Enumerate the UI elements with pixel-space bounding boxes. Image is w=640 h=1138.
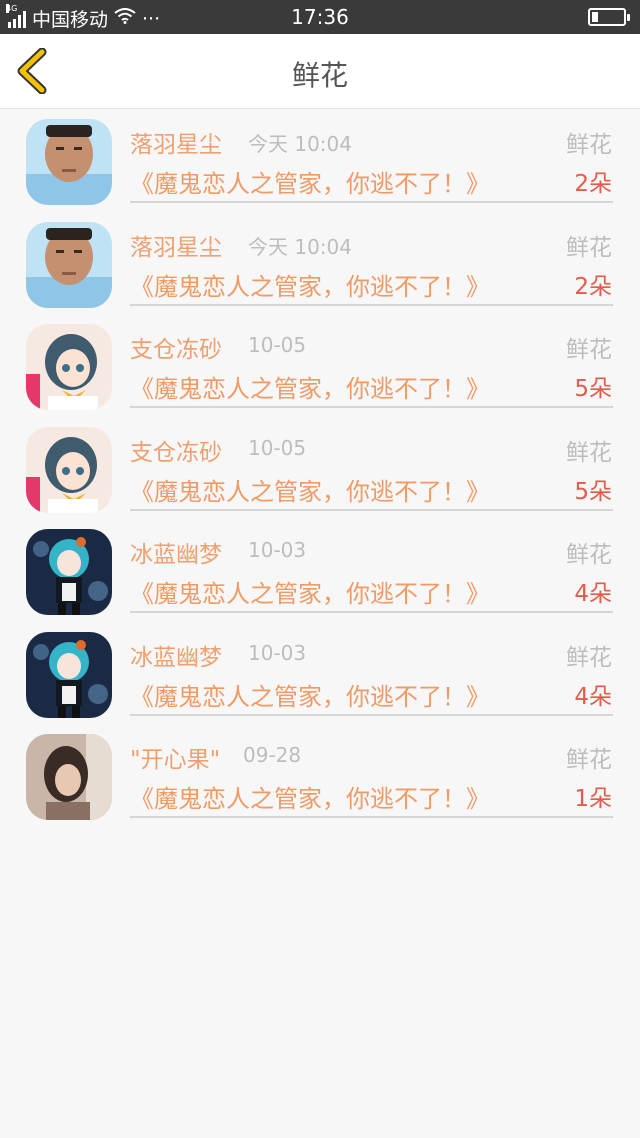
timestamp: 10-05 — [248, 333, 307, 357]
list-item[interactable]: 支仓冻砂 10-05 鲜花《魔鬼恋人之管家，你逃不了！》 5朵 — [0, 314, 640, 416]
timestamp: 10-03 — [248, 538, 307, 562]
user-name: 落羽星尘 — [130, 234, 222, 261]
user-name: "开心果" — [130, 747, 221, 773]
user-name: 支仓冻砂 — [130, 337, 222, 363]
user-name: 落羽星尘 — [130, 132, 222, 158]
divider — [130, 201, 613, 203]
list-item[interactable]: 落羽星尘 今天 10:04 鲜花《魔鬼恋人之管家，你逃不了！》 2朵 — [0, 109, 640, 211]
status-bar: 4G 中国移动 ··· 17:36 — [0, 0, 640, 34]
gift-type: 鲜花 — [566, 132, 612, 158]
avatar[interactable] — [26, 529, 112, 615]
flower-count: 5朵 — [574, 376, 612, 402]
list-item[interactable]: 落羽星尘 今天 10:04 鲜花《魔鬼恋人之管家，你逃不了！》 2朵 — [0, 212, 640, 314]
avatar[interactable] — [26, 426, 112, 513]
divider — [130, 303, 613, 306]
timestamp: 09-28 — [243, 743, 302, 767]
list-item[interactable]: "开心果" 09-28 鲜花《魔鬼恋人之管家，你逃不了！》 1朵 — [0, 724, 640, 826]
user-name: 冰蓝幽梦 — [130, 542, 222, 568]
flower-count: 2朵 — [574, 171, 612, 197]
book-title[interactable]: 《魔鬼恋人之管家，你逃不了！》 — [130, 369, 490, 404]
timestamp: 10-05 — [248, 435, 307, 460]
status-time: 17:36 — [291, 5, 349, 29]
gift-type: 鲜花 — [566, 644, 612, 671]
divider — [130, 816, 613, 818]
flower-count: 4朵 — [574, 683, 612, 710]
divider — [130, 508, 613, 511]
divider — [130, 611, 613, 613]
avatar[interactable] — [26, 631, 112, 718]
avatar[interactable] — [26, 221, 112, 308]
book-title[interactable]: 《魔鬼恋人之管家，你逃不了！》 — [130, 677, 490, 712]
book-title[interactable]: 《魔鬼恋人之管家，你逃不了！》 — [130, 779, 490, 814]
book-title[interactable]: 《魔鬼恋人之管家，你逃不了！》 — [130, 267, 490, 302]
gift-type: 鲜花 — [566, 234, 612, 261]
battery-icon — [588, 8, 630, 26]
gift-type: 鲜花 — [566, 439, 612, 466]
avatar[interactable] — [26, 734, 112, 820]
timestamp: 今天 10:04 — [248, 132, 352, 156]
divider — [130, 713, 613, 716]
flower-count: 5朵 — [574, 478, 612, 505]
gift-type: 鲜花 — [566, 747, 612, 773]
avatar[interactable] — [26, 119, 112, 205]
user-name: 冰蓝幽梦 — [130, 644, 222, 671]
list-item[interactable]: 冰蓝幽梦 10-03 鲜花《魔鬼恋人之管家，你逃不了！》 4朵 — [0, 519, 640, 621]
timestamp: 今天 10:04 — [248, 234, 352, 259]
book-title[interactable]: 《魔鬼恋人之管家，你逃不了！》 — [130, 164, 490, 199]
gift-type: 鲜花 — [566, 337, 612, 363]
user-name: 支仓冻砂 — [130, 439, 222, 466]
flower-count: 1朵 — [574, 786, 612, 812]
flower-count: 2朵 — [574, 273, 612, 300]
page-title: 鲜花 — [291, 59, 348, 92]
nav-header: 鲜花 — [0, 34, 640, 109]
list-item[interactable]: 支仓冻砂 10-05 鲜花《魔鬼恋人之管家，你逃不了！》 5朵 — [0, 417, 640, 519]
gift-type: 鲜花 — [566, 542, 612, 568]
divider — [130, 406, 613, 408]
list-item[interactable]: 冰蓝幽梦 10-03 鲜花《魔鬼恋人之管家，你逃不了！》 4朵 — [0, 622, 640, 724]
book-title[interactable]: 《魔鬼恋人之管家，你逃不了！》 — [130, 472, 490, 507]
flower-count: 4朵 — [574, 581, 612, 607]
avatar[interactable] — [26, 324, 112, 410]
timestamp: 10-03 — [248, 640, 307, 665]
book-title[interactable]: 《魔鬼恋人之管家，你逃不了！》 — [130, 574, 490, 609]
